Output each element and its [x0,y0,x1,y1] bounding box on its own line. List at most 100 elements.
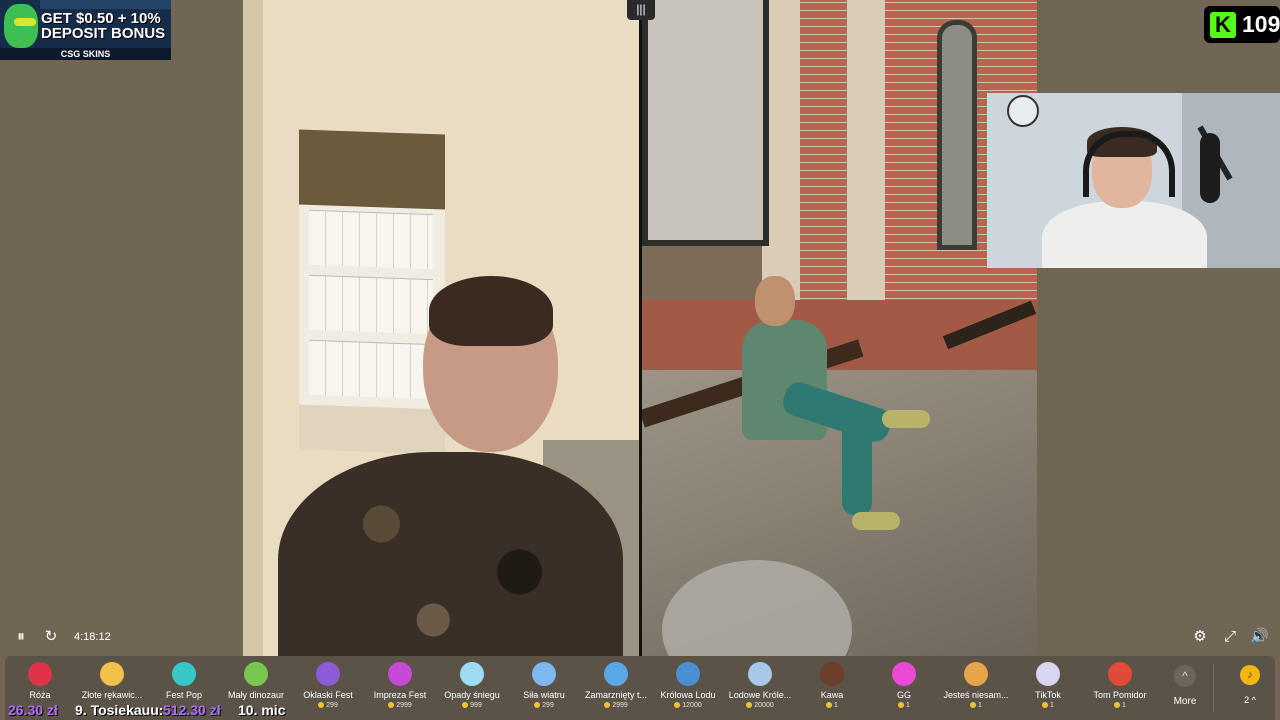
pause-button[interactable]: ⏸ [12,628,30,646]
gift-price: 1 [941,701,1011,710]
gift-item[interactable]: TikTok 1 [1013,656,1083,720]
gift-icon [1108,662,1132,686]
gift-price-value: 1 [978,702,982,709]
layout-toggle-icon[interactable]: ||| [627,0,655,20]
gift-name: Kawa [820,690,844,700]
calendar-month [309,339,433,400]
gift-icon [28,662,52,686]
ad-brand: CSG SKINS [0,48,171,60]
ad-subheadline: DEPOSIT BONUS [41,25,166,42]
gift-price-value: 12000 [682,702,702,709]
gift-icon [676,662,700,686]
gift-item[interactable]: Królowa Lodu 12000 [653,656,723,720]
gift-price: 2999 [365,701,435,710]
coin-icon [898,702,905,709]
gift-item[interactable]: GG 1 [869,656,939,720]
clock-icon [1007,95,1039,127]
coin-icon [318,702,325,709]
headphones [1083,131,1175,197]
gift-item[interactable]: Jesteś niesam... 1 [941,656,1011,720]
token-balance-button[interactable]: ♪ 2 ^ [1227,656,1273,720]
chevron-up-icon: ^ [1174,665,1196,687]
calendar-month [309,274,433,335]
coin-icon [1114,702,1121,709]
gift-name: Królowa Lodu [660,690,716,700]
gift-icon [388,662,412,686]
shoe [882,410,930,428]
arched-window [937,20,977,250]
gift-price: 999 [437,701,507,710]
gift-icon [532,662,556,686]
gift-price-value: 20000 [754,702,774,709]
left-camera-feed [243,0,639,656]
microphone [1200,133,1220,203]
divider [1213,664,1214,712]
gift-price: 1 [1085,701,1155,710]
coin-icon [674,702,681,709]
kick-logo-icon: K [1210,12,1236,38]
gift-item[interactable]: Oklaski Fest 299 [293,656,363,720]
gift-price-value: 1 [834,702,838,709]
coin-icon [1042,702,1049,709]
gift-name: Zamarznięty t... [584,690,647,700]
person-left-hair [429,276,553,346]
gift-name: Oklaski Fest [303,690,353,700]
gift-price: 2999 [581,701,651,710]
right-camera-feed [642,0,1037,656]
viewer-count: 109 [1242,11,1280,37]
gift-price-value: 2999 [612,702,628,709]
refresh-button[interactable]: ↻ [42,628,60,646]
gift-price-value: 1 [906,702,910,709]
gift-item[interactable]: Kawa 1 [797,656,867,720]
settings-button[interactable]: ⚙ [1191,628,1209,646]
gift-item[interactable]: Tom Pomidor 1 [1085,656,1155,720]
token-icon: ♪ [1240,665,1260,685]
gift-icon [172,662,196,686]
shoe [852,512,900,530]
ad-banner[interactable]: GET $0.50 + 10% DEPOSIT BONUS CSG SKINS [0,0,171,60]
gift-icon [460,662,484,686]
wall-calendar [299,129,445,455]
coin-icon [746,702,753,709]
person-right-shin [842,420,872,515]
calendar-picture [299,129,445,210]
ticker-amount: 26.30 zł [8,702,58,718]
gift-price: 299 [509,701,579,710]
gift-price-value: 299 [326,702,338,709]
gift-icon [748,662,772,686]
more-gifts-button[interactable]: ^ More [1165,656,1205,720]
gift-icon [820,662,844,686]
person-right-head [755,276,795,326]
gift-item[interactable]: Lodowe Króle... 20000 [725,656,795,720]
coin-icon [388,702,395,709]
gift-icon [316,662,340,686]
fullscreen-button[interactable]: ⤢ [1221,628,1239,646]
stream-uptime: 4:18:12 [74,631,111,643]
gift-item[interactable]: Siła wiatru 299 [509,656,579,720]
gift-name: Opady śniegu [444,690,500,700]
gift-item[interactable]: Zamarznięty t... 2999 [581,656,651,720]
gift-name: Impreza Fest [373,690,427,700]
ticker-entry-9-amount: 512.30 zł [163,702,221,718]
gift-price-value: 999 [470,702,482,709]
person-left-body [278,452,623,656]
gift-item[interactable]: Opady śniegu 999 [437,656,507,720]
gift-price: 1 [797,701,867,710]
streamer-body [1042,201,1207,268]
gift-price: 12000 [653,701,723,710]
ad-mascot-icon [4,4,38,48]
coin-icon [970,702,977,709]
gift-name: Lodowe Króle... [728,690,792,700]
streamer-webcam [987,93,1280,268]
coin-icon [534,702,541,709]
ticker-entry-10-name: 10. mic [238,702,286,718]
calendar-footer [299,404,445,455]
gift-name: GG [896,690,911,700]
token-count: 2 ^ [1244,695,1256,705]
gift-icon [964,662,988,686]
volume-button[interactable]: 🔊 [1250,628,1269,646]
gift-icon [604,662,628,686]
gift-icon [892,662,916,686]
gift-item[interactable]: Impreza Fest 2999 [365,656,435,720]
stone-pillar [847,0,885,330]
